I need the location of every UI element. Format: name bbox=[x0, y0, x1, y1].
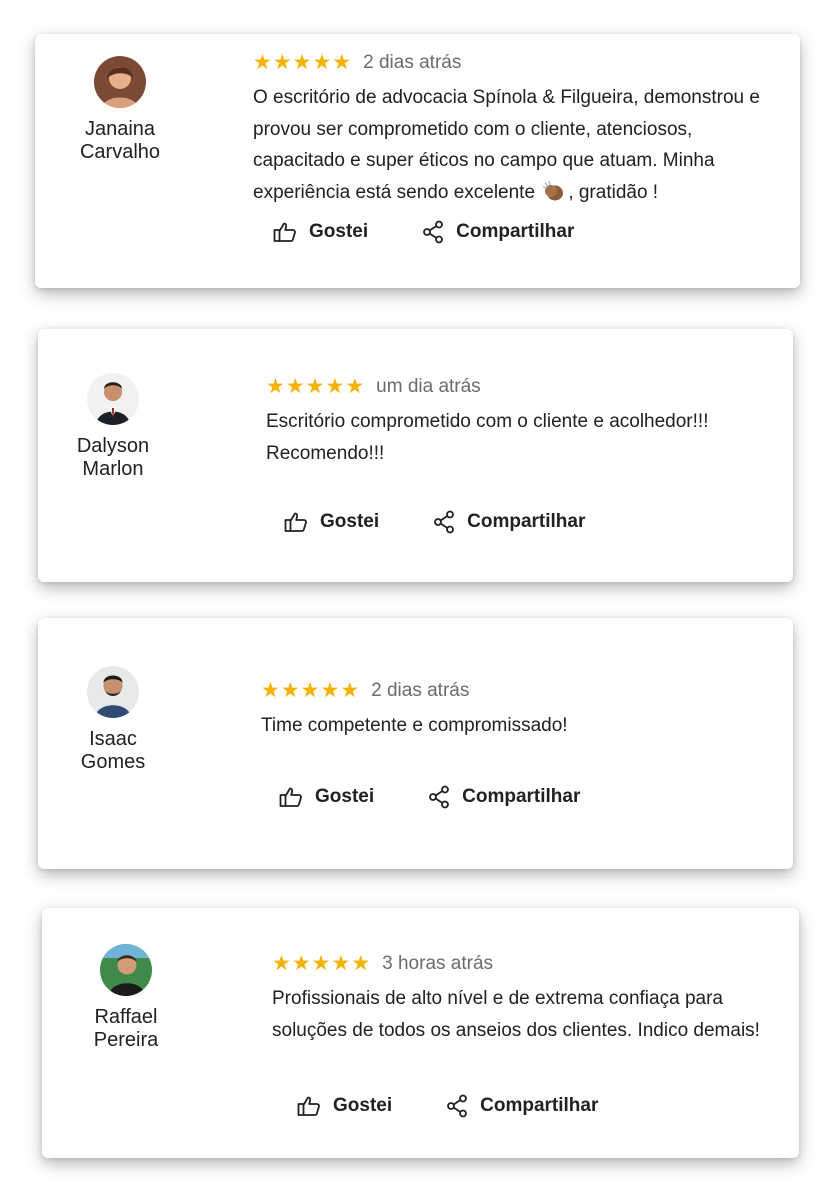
rating-row: ★ ★ ★ ★ ★ 3 horas atrás bbox=[272, 951, 787, 977]
star-icon: ★ bbox=[285, 375, 305, 398]
share-label: Compartilhar bbox=[456, 221, 575, 242]
star-icon: ★ bbox=[320, 679, 340, 702]
thumbs-up-icon bbox=[279, 786, 303, 808]
review-content: ★ ★ ★ ★ ★ um dia atrás Escritório compro… bbox=[266, 374, 781, 469]
like-button[interactable]: Gostei bbox=[297, 1095, 392, 1117]
star-icon: ★ bbox=[312, 51, 332, 74]
review-content: ★ ★ ★ ★ ★ 2 dias atrás Time competente e… bbox=[261, 678, 781, 742]
reviewer-name: Dalyson Marlon bbox=[76, 435, 150, 480]
like-button[interactable]: Gostei bbox=[279, 786, 374, 808]
reviewer: Janaina Carvalho bbox=[65, 56, 175, 164]
review-card: Isaac Gomes ★ ★ ★ ★ ★ 2 dias atrás Time … bbox=[38, 618, 793, 869]
reviewer: Raffael Pereira bbox=[71, 944, 181, 1052]
rating-row: ★ ★ ★ ★ ★ 2 dias atrás bbox=[261, 678, 781, 704]
star-rating: ★ ★ ★ ★ ★ bbox=[253, 52, 351, 74]
star-icon: ★ bbox=[345, 375, 365, 398]
review-card: Raffael Pereira ★ ★ ★ ★ ★ 3 horas atrás … bbox=[42, 908, 799, 1158]
star-icon: ★ bbox=[280, 679, 300, 702]
star-icon: ★ bbox=[300, 679, 320, 702]
star-icon: ★ bbox=[325, 375, 345, 398]
star-icon: ★ bbox=[340, 679, 360, 702]
review-actions: Gostei Compartilhar bbox=[279, 785, 580, 809]
share-label: Compartilhar bbox=[462, 786, 581, 807]
thumbs-up-icon bbox=[284, 511, 308, 533]
share-button[interactable]: Compartilhar bbox=[428, 785, 580, 809]
star-icon: ★ bbox=[311, 952, 331, 975]
review-time: 2 dias atrás bbox=[363, 52, 462, 73]
star-icon: ★ bbox=[272, 952, 291, 975]
review-text-part: O escritório de advocacia Spínola & Filg… bbox=[253, 87, 760, 203]
review-content: ★ ★ ★ ★ ★ 2 dias atrás O escritório de a… bbox=[253, 50, 788, 212]
share-label: Compartilhar bbox=[467, 511, 586, 532]
like-label: Gostei bbox=[320, 511, 380, 532]
review-text: Time competente e compromissado! bbox=[261, 715, 568, 736]
share-icon bbox=[433, 510, 455, 534]
thumbs-up-icon bbox=[297, 1095, 321, 1117]
review-text: O escritório de advocacia Spínola & Filg… bbox=[253, 82, 788, 212]
share-button[interactable]: Compartilhar bbox=[433, 510, 585, 534]
star-icon: ★ bbox=[253, 51, 272, 74]
avatar[interactable] bbox=[100, 944, 152, 996]
share-icon bbox=[422, 220, 444, 244]
like-button[interactable]: Gostei bbox=[284, 511, 379, 533]
avatar[interactable] bbox=[87, 666, 139, 718]
star-rating: ★ ★ ★ ★ ★ bbox=[261, 680, 359, 702]
avatar[interactable] bbox=[94, 56, 146, 108]
star-icon: ★ bbox=[305, 375, 325, 398]
review-card: Janaina Carvalho ★ ★ ★ ★ ★ 2 dias atrás … bbox=[35, 34, 800, 288]
rating-row: ★ ★ ★ ★ ★ um dia atrás bbox=[266, 374, 781, 400]
review-actions: Gostei Compartilhar bbox=[284, 510, 585, 534]
star-rating: ★ ★ ★ ★ ★ bbox=[272, 953, 370, 975]
review-actions: Gostei Compartilhar bbox=[297, 1094, 598, 1118]
review-content: ★ ★ ★ ★ ★ 3 horas atrás Profissionais de… bbox=[272, 951, 787, 1046]
like-label: Gostei bbox=[309, 221, 369, 242]
clapping-hands-icon bbox=[542, 180, 566, 213]
star-icon: ★ bbox=[332, 51, 352, 74]
star-rating: ★ ★ ★ ★ ★ bbox=[266, 376, 364, 398]
star-icon: ★ bbox=[291, 952, 311, 975]
reviewer-name: Isaac Gomes bbox=[80, 728, 146, 773]
star-icon: ★ bbox=[272, 51, 292, 74]
review-time: 2 dias atrás bbox=[371, 680, 470, 701]
thumbs-up-icon bbox=[273, 221, 297, 243]
review-text-part: , gratidão ! bbox=[568, 181, 659, 203]
star-icon: ★ bbox=[261, 679, 280, 702]
review-time: um dia atrás bbox=[376, 376, 481, 397]
like-label: Gostei bbox=[315, 786, 375, 807]
reviewer-name: Janaina Carvalho bbox=[79, 118, 161, 163]
like-button[interactable]: Gostei bbox=[273, 221, 368, 243]
review-actions: Gostei Compartilhar bbox=[273, 220, 574, 244]
star-icon: ★ bbox=[292, 51, 312, 74]
rating-row: ★ ★ ★ ★ ★ 2 dias atrás bbox=[253, 50, 788, 76]
reviewer-name: Raffael Pereira bbox=[93, 1006, 159, 1051]
star-icon: ★ bbox=[331, 952, 351, 975]
star-icon: ★ bbox=[266, 375, 285, 398]
share-button[interactable]: Compartilhar bbox=[422, 220, 574, 244]
like-label: Gostei bbox=[333, 1095, 393, 1116]
reviewer: Isaac Gomes bbox=[58, 666, 168, 774]
star-icon: ★ bbox=[351, 952, 371, 975]
review-text: Profissionais de alto nível e de extrema… bbox=[272, 988, 760, 1041]
reviewer: Dalyson Marlon bbox=[58, 373, 168, 481]
share-button[interactable]: Compartilhar bbox=[446, 1094, 598, 1118]
share-icon bbox=[428, 785, 450, 809]
avatar[interactable] bbox=[87, 373, 139, 425]
review-time: 3 horas atrás bbox=[382, 953, 494, 974]
share-label: Compartilhar bbox=[480, 1095, 599, 1116]
review-card: Dalyson Marlon ★ ★ ★ ★ ★ um dia atrás Es… bbox=[38, 329, 793, 582]
share-icon bbox=[446, 1094, 468, 1118]
review-text: Escritório comprometido com o cliente e … bbox=[266, 411, 709, 464]
